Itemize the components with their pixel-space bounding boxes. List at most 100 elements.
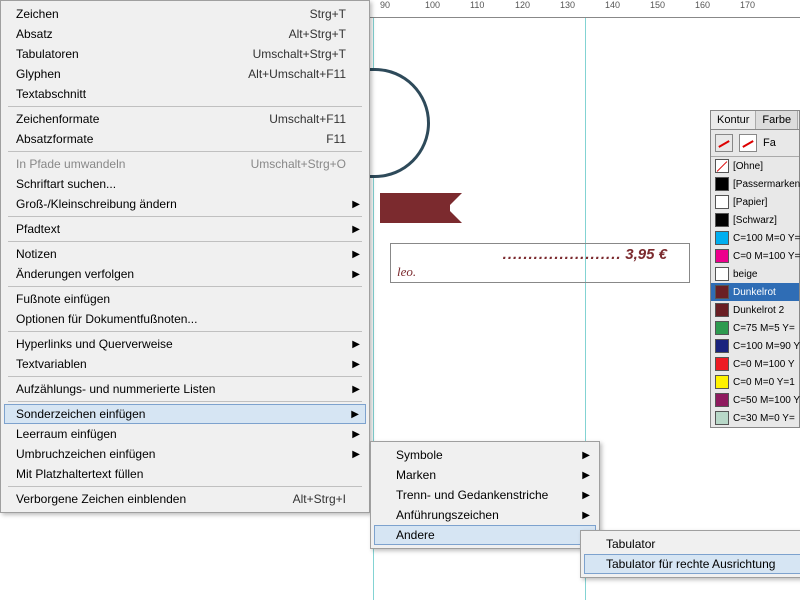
swatch-name: C=0 M=100 Y=: [733, 251, 800, 262]
menu-item[interactable]: Änderungen verfolgen ▶: [4, 264, 366, 284]
swatch-item[interactable]: [Schwarz]: [711, 211, 799, 229]
menu-item[interactable]: Marken▶: [374, 465, 596, 485]
menu-item[interactable]: Symbole▶: [374, 445, 596, 465]
menu-label: Änderungen verfolgen: [16, 267, 134, 281]
menu-label: Tabulatoren: [16, 47, 79, 61]
menu-item[interactable]: ZeichenStrg+T: [4, 4, 366, 24]
tab-kontur[interactable]: Kontur: [711, 111, 756, 129]
submenu-arrow-icon: ▶: [352, 269, 360, 280]
menu-item[interactable]: Sonderzeichen einfügen▶: [4, 404, 366, 424]
swatch-name: C=75 M=5 Y=: [733, 323, 795, 334]
menu-item[interactable]: Fußnote einfügen: [4, 289, 366, 309]
swatch-name: C=30 M=0 Y=: [733, 413, 795, 424]
menu-item[interactable]: Textabschnitt: [4, 84, 366, 104]
menu-item[interactable]: Verborgene Zeichen einblendenAlt+Strg+I: [4, 489, 366, 509]
swatch-item[interactable]: [Papier]: [711, 193, 799, 211]
menu-label: Andere: [396, 528, 435, 542]
menu-item[interactable]: Leerraum einfügen▶: [4, 424, 366, 444]
swatch-item[interactable]: [Passermarken]: [711, 175, 799, 193]
menu-item[interactable]: Trenn- und Gedankenstriche▶: [374, 485, 596, 505]
separator: [8, 151, 362, 152]
text-style-icon[interactable]: [739, 134, 757, 152]
menu-label: Tabulator: [606, 537, 655, 551]
swatch-item[interactable]: C=100 M=0 Y=: [711, 229, 799, 247]
submenu-arrow-icon: ▶: [352, 249, 360, 260]
menu-item[interactable]: Umbruchzeichen einfügen▶: [4, 444, 366, 464]
swatch-chip: [715, 213, 729, 227]
separator: [8, 401, 362, 402]
swatch-item[interactable]: C=0 M=100 Y: [711, 355, 799, 373]
menu-label: Notizen: [16, 247, 57, 261]
swatch-item[interactable]: C=75 M=5 Y=: [711, 319, 799, 337]
menu-item[interactable]: GlyphenAlt+Umschalt+F11: [4, 64, 366, 84]
submenu-arrow-icon: ▶: [352, 339, 360, 350]
menu-label: Verborgene Zeichen einblenden: [16, 492, 186, 506]
menu-item[interactable]: Absatz Alt+Strg+T: [4, 24, 366, 44]
menu-item[interactable]: Textvariablen▶: [4, 354, 366, 374]
swatch-item[interactable]: C=100 M=90 Y: [711, 337, 799, 355]
text-frame[interactable]: ....................... 3,95 € leo.: [390, 243, 690, 283]
menu-label: Fußnote einfügen: [16, 292, 110, 306]
swatch-item[interactable]: Dunkelrot 2: [711, 301, 799, 319]
ruler-tick: 140: [605, 0, 620, 10]
menu-item[interactable]: Schriftart suchen...: [4, 174, 366, 194]
menu-item[interactable]: Aufzählungs- und nummerierte Listen▶: [4, 379, 366, 399]
swatch-name: C=100 M=0 Y=: [733, 233, 800, 244]
tab-farbe[interactable]: Farbe: [756, 111, 798, 129]
swatch-name: [Papier]: [733, 197, 767, 208]
swatch-name: [Schwarz]: [733, 215, 777, 226]
menu-item[interactable]: AbsatzformateF11: [4, 129, 366, 149]
ruler-tick: 90: [380, 0, 390, 10]
swatch-item[interactable]: C=30 M=0 Y=: [711, 409, 799, 427]
submenu-arrow-icon: ▶: [352, 224, 360, 235]
swatch-chip: [715, 303, 729, 317]
menu-item[interactable]: Groß-/Kleinschreibung ändern▶: [4, 194, 366, 214]
swatch-item[interactable]: C=0 M=100 Y=: [711, 247, 799, 265]
swatch-list[interactable]: [Ohne] [Passermarken] [Papier] [Schwarz] C=1…: [711, 157, 799, 427]
swatches-panel[interactable]: Kontur Farbe Fa [Ohne] [Passermarken] [Pap…: [710, 110, 800, 428]
swatch-item[interactable]: Dunkelrot: [711, 283, 799, 301]
menu-label: Trenn- und Gedankenstriche: [396, 488, 548, 502]
menu-item[interactable]: Optionen für Dokumentfußnoten...: [4, 309, 366, 329]
swatch-item[interactable]: beige: [711, 265, 799, 283]
swatch-name: [Ohne]: [733, 161, 763, 172]
label-fa: Fa: [763, 137, 776, 149]
menu-item[interactable]: ZeichenformateUmschalt+F11: [4, 109, 366, 129]
menu-label: Sonderzeichen einfügen: [16, 407, 145, 421]
swatch-name: beige: [733, 269, 757, 280]
swatch-chip: [715, 195, 729, 209]
swatch-item[interactable]: [Ohne]: [711, 157, 799, 175]
separator: [8, 376, 362, 377]
menu-item[interactable]: Notizen ▶: [4, 244, 366, 264]
swatch-toolbar: Fa: [711, 130, 799, 157]
panel-tabs[interactable]: Kontur Farbe: [711, 111, 799, 130]
submenu-andere[interactable]: Tabulator Tabulator für rechte Ausrichtun…: [580, 530, 800, 578]
submenu-arrow-icon: ▶: [352, 449, 360, 460]
menu-item[interactable]: Hyperlinks und Querverweise▶: [4, 334, 366, 354]
type-menu[interactable]: ZeichenStrg+T Absatz Alt+Strg+T Tabulatoren…: [0, 0, 370, 513]
menu-item[interactable]: TabulatorenUmschalt+Strg+T: [4, 44, 366, 64]
ruler-tick: 150: [650, 0, 665, 10]
separator: [8, 486, 362, 487]
menu-label: Absatz: [16, 27, 53, 41]
menu-item[interactable]: Anführungszeichen▶: [374, 505, 596, 525]
menu-label: Anführungszeichen: [396, 508, 499, 522]
submenu-sonderzeichen[interactable]: Symbole▶Marken▶Trenn- und Gedankenstrich…: [370, 441, 600, 549]
swatch-chip: [715, 267, 729, 281]
menu-item[interactable]: Andere▶: [374, 525, 596, 545]
menu-item[interactable]: Tabulator: [584, 534, 800, 554]
swatch-item[interactable]: C=50 M=100 Y: [711, 391, 799, 409]
menu-item[interactable]: Pfadtext▶: [4, 219, 366, 239]
fill-stroke-icon[interactable]: [715, 134, 733, 152]
swatch-name: C=0 M=100 Y: [733, 359, 795, 370]
horizontal-ruler: 90100110120130140150160170: [370, 0, 800, 18]
shortcut: Alt+Strg+T: [289, 27, 346, 41]
menu-item[interactable]: Mit Platzhaltertext füllen: [4, 464, 366, 484]
swatch-chip: [715, 321, 729, 335]
menu-label: Glyphen: [16, 67, 61, 81]
menu-label: Marken: [396, 468, 436, 482]
submenu-arrow-icon: ▶: [352, 384, 360, 395]
swatch-item[interactable]: C=0 M=0 Y=1: [711, 373, 799, 391]
ruler-tick: 170: [740, 0, 755, 10]
menu-item[interactable]: Tabulator für rechte Ausrichtung: [584, 554, 800, 574]
